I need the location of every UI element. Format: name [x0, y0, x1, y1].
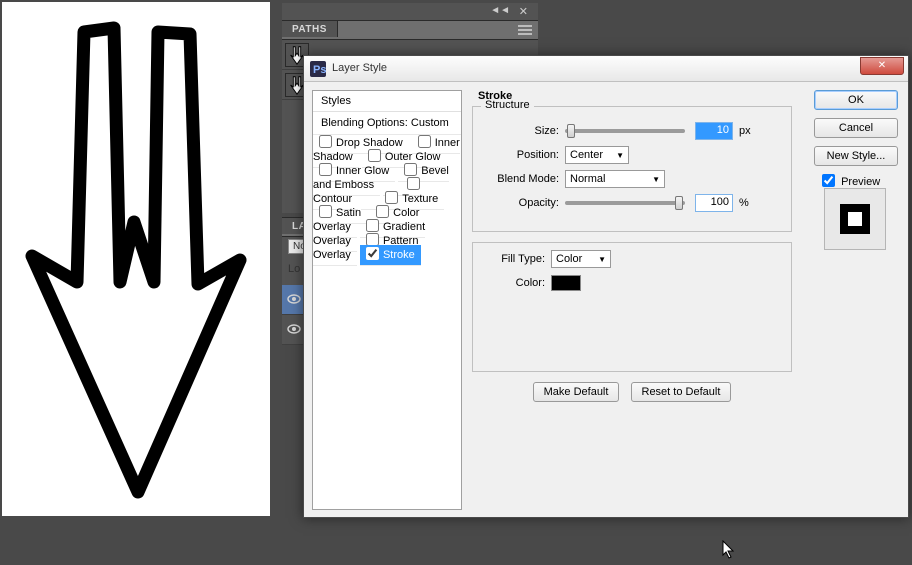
dialog-buttons: OK Cancel New Style... Preview [814, 90, 900, 250]
preview-checkbox-row[interactable]: Preview [822, 176, 880, 188]
visibility-icon[interactable] [286, 291, 302, 310]
size-slider[interactable] [565, 129, 685, 133]
arrow-shape [2, 2, 270, 516]
preview-checkbox[interactable] [822, 174, 835, 187]
cursor-icon [722, 540, 738, 565]
close-button[interactable]: ✕ [860, 57, 904, 75]
fill-type-select[interactable]: Color▼ [551, 250, 611, 268]
chevron-down-icon: ▼ [598, 255, 606, 264]
style-stroke[interactable]: Stroke [360, 245, 421, 266]
styles-header[interactable]: Styles [313, 91, 461, 112]
blend-mode-label: Blend Mode: [485, 173, 559, 185]
paths-tab[interactable]: PATHS [282, 21, 338, 37]
position-label: Position: [485, 149, 559, 161]
preview-label: Preview [841, 176, 880, 188]
blending-options-row[interactable]: Blending Options: Custom [313, 112, 461, 135]
dialog-titlebar[interactable]: Ps Layer Style ✕ [304, 56, 908, 82]
opacity-input[interactable]: 100 [695, 194, 733, 212]
fill-type-label: Fill Type: [485, 253, 545, 265]
new-style-button[interactable]: New Style... [814, 146, 898, 166]
stroke-settings: Stroke Structure Size: 10 px Position: C… [472, 90, 792, 402]
opacity-slider[interactable] [565, 201, 685, 205]
visibility-icon[interactable] [286, 321, 302, 340]
app-icon: Ps [310, 61, 326, 77]
position-select[interactable]: Center▼ [565, 146, 629, 164]
opacity-label: Opacity: [485, 197, 559, 209]
panel-topbar: ◄◄ ✕ [282, 3, 538, 20]
dialog-title: Layer Style [332, 62, 387, 74]
preview-thumbnail [824, 188, 886, 250]
chevron-down-icon: ▼ [652, 175, 660, 184]
cancel-button[interactable]: Cancel [814, 118, 898, 138]
svg-text:Ps: Ps [313, 64, 326, 76]
canvas-area [2, 2, 270, 516]
panel-menu-icon[interactable] [518, 25, 532, 36]
opacity-unit: % [739, 197, 749, 209]
reset-default-button[interactable]: Reset to Default [631, 382, 732, 402]
ok-button[interactable]: OK [814, 90, 898, 110]
size-unit: px [739, 125, 751, 137]
color-swatch[interactable] [551, 275, 581, 291]
chevron-down-icon: ▼ [616, 151, 624, 160]
styles-list: Styles Blending Options: Custom Drop Sha… [312, 90, 462, 510]
blend-mode-select[interactable]: Normal▼ [565, 170, 665, 188]
lock-label: Lo [288, 263, 300, 275]
fill-fieldset: Fill Type: Color▼ Color: [472, 242, 792, 372]
size-label: Size: [485, 125, 559, 137]
paths-tabbar: PATHS [282, 20, 538, 40]
color-label: Color: [485, 277, 545, 289]
collapse-icon[interactable]: ◄◄ [490, 5, 510, 16]
make-default-button[interactable]: Make Default [533, 382, 620, 402]
close-panel-icon[interactable]: ✕ [519, 5, 528, 18]
size-input[interactable]: 10 [695, 122, 733, 140]
structure-fieldset: Structure Size: 10 px Position: Center▼ … [472, 106, 792, 232]
style-checkbox[interactable] [366, 247, 379, 260]
structure-legend: Structure [481, 99, 534, 111]
layer-style-dialog: Ps Layer Style ✕ Styles Blending Options… [303, 55, 909, 518]
